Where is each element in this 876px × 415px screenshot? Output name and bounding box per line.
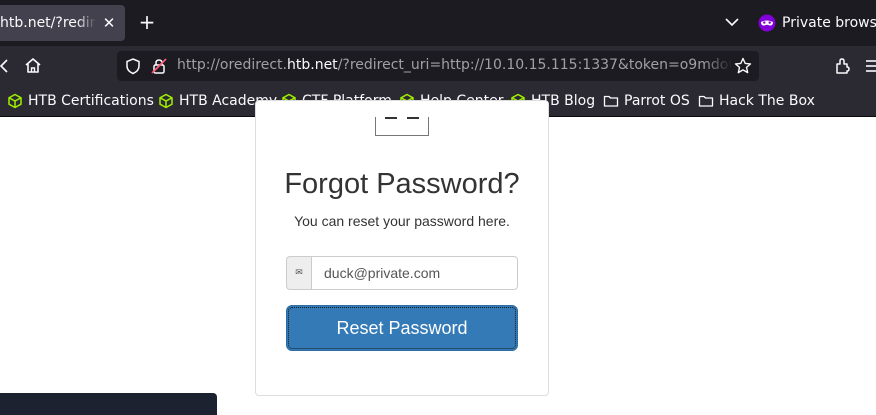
home-icon[interactable] xyxy=(21,54,45,78)
email-field[interactable] xyxy=(311,256,518,290)
forgot-password-card xyxy=(255,100,549,396)
page-title: Forgot Password? xyxy=(284,168,520,200)
private-browsing-indicator: Private browsing xyxy=(758,11,876,35)
bookmark-label: HTB Certifications xyxy=(28,93,154,109)
new-tab-icon[interactable]: + xyxy=(136,10,158,34)
url-text[interactable]: http://oredirect.htb.net/?redirect_uri=h… xyxy=(177,57,732,75)
bookmark-label: Parrot OS xyxy=(624,93,690,109)
url-prefix: http://oredirect. xyxy=(177,57,287,73)
folder-icon xyxy=(603,95,619,107)
close-icon[interactable]: ✕ xyxy=(99,13,119,33)
extensions-icon[interactable] xyxy=(831,54,855,78)
bookmark-folder-parrot-os[interactable]: Parrot OS xyxy=(603,91,690,111)
private-mask-icon xyxy=(758,14,776,32)
tab-strip: htb.net/?redirect ✕ + Private browsing xyxy=(0,0,876,46)
navigation-toolbar: http://oredirect.htb.net/?redirect_uri=h… xyxy=(0,46,876,86)
site-logo xyxy=(375,117,429,136)
chevron-down-icon[interactable] xyxy=(721,11,743,33)
address-bar[interactable]: http://oredirect.htb.net/?redirect_uri=h… xyxy=(117,51,759,81)
private-browsing-label: Private browsing xyxy=(782,15,876,31)
menu-icon[interactable] xyxy=(862,54,876,78)
tab-title: htb.net/?redirect xyxy=(0,15,96,31)
folder-icon xyxy=(698,95,714,107)
dark-overlay-panel xyxy=(0,393,217,415)
page-subtitle: You can reset your password here. xyxy=(294,213,510,229)
shield-icon[interactable] xyxy=(124,57,142,75)
hexagon-icon xyxy=(8,93,22,109)
bookmark-folder-hack-the-box[interactable]: Hack The Box xyxy=(698,91,815,111)
bookmark-star-icon[interactable] xyxy=(733,56,753,76)
url-host: htb.net xyxy=(287,57,338,73)
back-arrow-icon[interactable] xyxy=(0,54,16,78)
hexagon-icon xyxy=(159,93,173,109)
insecure-lock-icon[interactable] xyxy=(150,57,168,75)
url-suffix: /?redirect_uri=http://10.10.15.115:1337&… xyxy=(337,57,732,73)
email-input-group: ✉ xyxy=(286,256,518,290)
envelope-icon: ✉ xyxy=(286,256,311,290)
reset-password-button[interactable]: Reset Password xyxy=(286,305,518,351)
active-tab[interactable]: htb.net/?redirect ✕ xyxy=(0,5,125,41)
bookmark-label: Hack The Box xyxy=(719,93,815,109)
bookmark-htb-certifications[interactable]: HTB Certifications xyxy=(7,91,154,111)
